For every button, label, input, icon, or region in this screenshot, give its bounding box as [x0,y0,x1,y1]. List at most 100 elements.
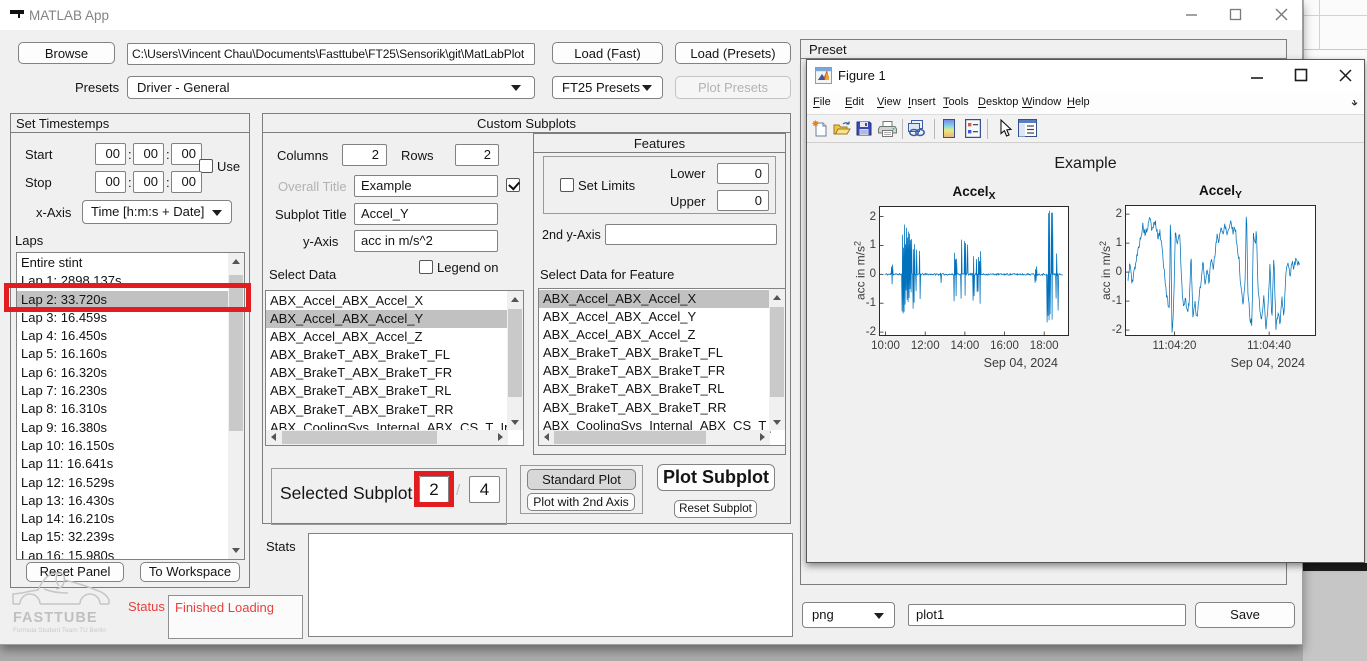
colorbar-icon[interactable] [943,119,955,138]
new-file-icon[interactable] [812,120,829,138]
list-item[interactable]: ABX_BrakeT_ABX_BrakeT_FR [539,362,771,380]
pointer-icon[interactable] [999,119,1012,138]
list-item[interactable]: Lap 13: 16.430s [17,492,228,510]
scroll-right-icon[interactable] [760,433,765,441]
maximize-button[interactable] [1220,1,1250,27]
list-item[interactable]: ABX_Accel_ABX_Accel_Z [539,326,771,344]
figure-titlebar[interactable]: Figure 1 [807,60,1364,91]
list-item[interactable]: ABX_BrakeT_ABX_BrakeT_RL [539,380,771,398]
scroll-up-icon[interactable] [511,297,519,302]
list-item[interactable]: ABX_BrakeT_ABX_BrakeT_RR [539,399,771,417]
list-item[interactable]: Lap 16: 15.980s [17,547,228,560]
list-item[interactable]: ABX_Accel_ABX_Accel_X [266,292,509,310]
list-item[interactable]: ABX_Accel_ABX_Accel_Y [266,310,509,328]
menu-overflow-icon[interactable] [1349,100,1358,108]
select-data-for-feature-listbox[interactable]: ABX_Accel_ABX_Accel_XABX_Accel_ABX_Accel… [538,288,786,446]
list-item[interactable]: Lap 4: 16.450s [17,327,228,345]
stop-second-field[interactable]: 00 [171,171,202,193]
print-icon[interactable] [878,121,897,137]
subplot-title-field[interactable]: Accel_Y [354,203,498,225]
list-item[interactable]: Lap 5: 16.160s [17,345,228,363]
filename-field[interactable]: plot1 [908,604,1186,626]
legend-icon[interactable] [965,119,981,138]
save-icon[interactable] [856,120,872,136]
overall-title-checkbox[interactable] [506,178,520,192]
y-axis-field[interactable]: acc in m/s^2 [354,230,498,252]
x-axis-dropdown[interactable]: Time [h:m:s + Date] [82,200,232,224]
list-item[interactable]: Lap 6: 16.320s [17,364,228,382]
list-item[interactable]: ABX_BrakeT_ABX_BrakeT_FL [539,344,771,362]
menu-tools[interactable]: Tools [943,96,969,108]
start-second-field[interactable]: 00 [171,143,202,165]
stop-hour-field[interactable]: 00 [95,171,126,193]
list-item[interactable]: Lap 7: 16.230s [17,382,228,400]
menu-window[interactable]: Window [1022,96,1061,108]
list-item[interactable]: ABX_BrakeT_ABX_BrakeT_RL [266,382,509,400]
stats-box[interactable] [308,533,793,637]
ft25-presets-dropdown[interactable]: FT25 Presets [552,76,663,99]
plot-with-2nd-axis-button[interactable]: Plot with 2nd Axis [527,493,635,511]
list-item[interactable]: ABX_BrakeT_ABX_BrakeT_FR [266,364,509,382]
minimize-button[interactable] [1176,1,1206,27]
menu-file[interactable]: File [813,96,831,108]
list-item[interactable]: ABX_Accel_ABX_Accel_Z [266,328,509,346]
feature-vscrollbar[interactable] [769,289,785,430]
to-workspace-button[interactable]: To Workspace [140,562,240,582]
select-data-hscrollbar[interactable] [266,430,508,445]
select-data-listbox[interactable]: ABX_Accel_ABX_Accel_XABX_Accel_ABX_Accel… [265,290,524,446]
scroll-up-icon[interactable] [773,295,781,300]
scroll-right-icon[interactable] [498,433,503,441]
scroll-down-icon[interactable] [232,548,240,553]
list-item[interactable]: ABX_BrakeT_ABX_BrakeT_RR [266,401,509,419]
save-button[interactable]: Save [1195,602,1295,628]
load-presets-button[interactable]: Load (Presets) [675,42,791,64]
stop-minute-field[interactable]: 00 [133,171,164,193]
list-item[interactable]: Lap 14: 16.210s [17,510,228,528]
start-hour-field[interactable]: 00 [95,143,126,165]
list-item[interactable]: ABX_Accel_ABX_Accel_X [539,290,771,308]
list-item[interactable]: ABX_Accel_ABX_Accel_Y [539,308,771,326]
select-data-vscrollbar[interactable] [507,291,523,430]
scrollbar-thumb[interactable] [770,307,784,397]
plot-subplot-button[interactable]: Plot Subplot [657,464,775,491]
list-item[interactable]: Lap 8: 16.310s [17,400,228,418]
legend-on-checkbox[interactable] [419,260,433,274]
scroll-down-icon[interactable] [511,420,519,425]
list-item[interactable]: Lap 10: 16.150s [17,437,228,455]
set-limits-checkbox[interactable] [560,178,574,192]
scroll-left-icon[interactable] [271,433,276,441]
second-y-axis-field[interactable] [605,224,777,245]
list-item[interactable]: Lap 11: 16.641s [17,455,228,473]
plot-presets-button-disabled[interactable]: Plot Presets [675,76,791,99]
dock-plot-browser-icon[interactable] [1018,119,1037,137]
overall-title-field[interactable]: Example [354,175,498,197]
load-fast-button[interactable]: Load (Fast) [552,42,663,64]
app-titlebar[interactable]: MATLAB App [0,0,1302,30]
close-button[interactable] [1332,62,1360,88]
minimize-button[interactable] [1243,62,1271,88]
list-item[interactable]: Lap 12: 16.529s [17,474,228,492]
start-minute-field[interactable]: 00 [133,143,164,165]
close-button[interactable] [1266,1,1296,27]
preset-dropdown[interactable]: Driver - General [127,76,535,99]
format-dropdown[interactable]: png [802,602,895,628]
standard-plot-button[interactable]: Standard Plot [527,469,636,490]
link-plot-icon[interactable] [908,120,926,137]
menu-help[interactable]: Help [1067,96,1090,108]
list-item[interactable]: Entire stint [17,254,228,272]
scroll-up-icon[interactable] [232,259,240,264]
scroll-left-icon[interactable] [544,433,549,441]
maximize-button[interactable] [1287,62,1315,88]
scrollbar-thumb[interactable] [282,431,437,444]
upper-field[interactable]: 0 [717,190,769,211]
scrollbar-thumb[interactable] [508,309,522,397]
browse-button[interactable]: Browse [18,42,115,64]
lower-field[interactable]: 0 [717,163,769,184]
list-item[interactable]: ABX_BrakeT_ABX_BrakeT_FL [266,346,509,364]
reset-subplot-button[interactable]: Reset Subplot [674,500,757,518]
scroll-down-icon[interactable] [773,420,781,425]
menu-desktop[interactable]: Desktop [978,96,1018,108]
rows-field[interactable]: 2 [455,144,499,166]
columns-field[interactable]: 2 [342,144,387,166]
menu-insert[interactable]: Insert [908,96,936,108]
